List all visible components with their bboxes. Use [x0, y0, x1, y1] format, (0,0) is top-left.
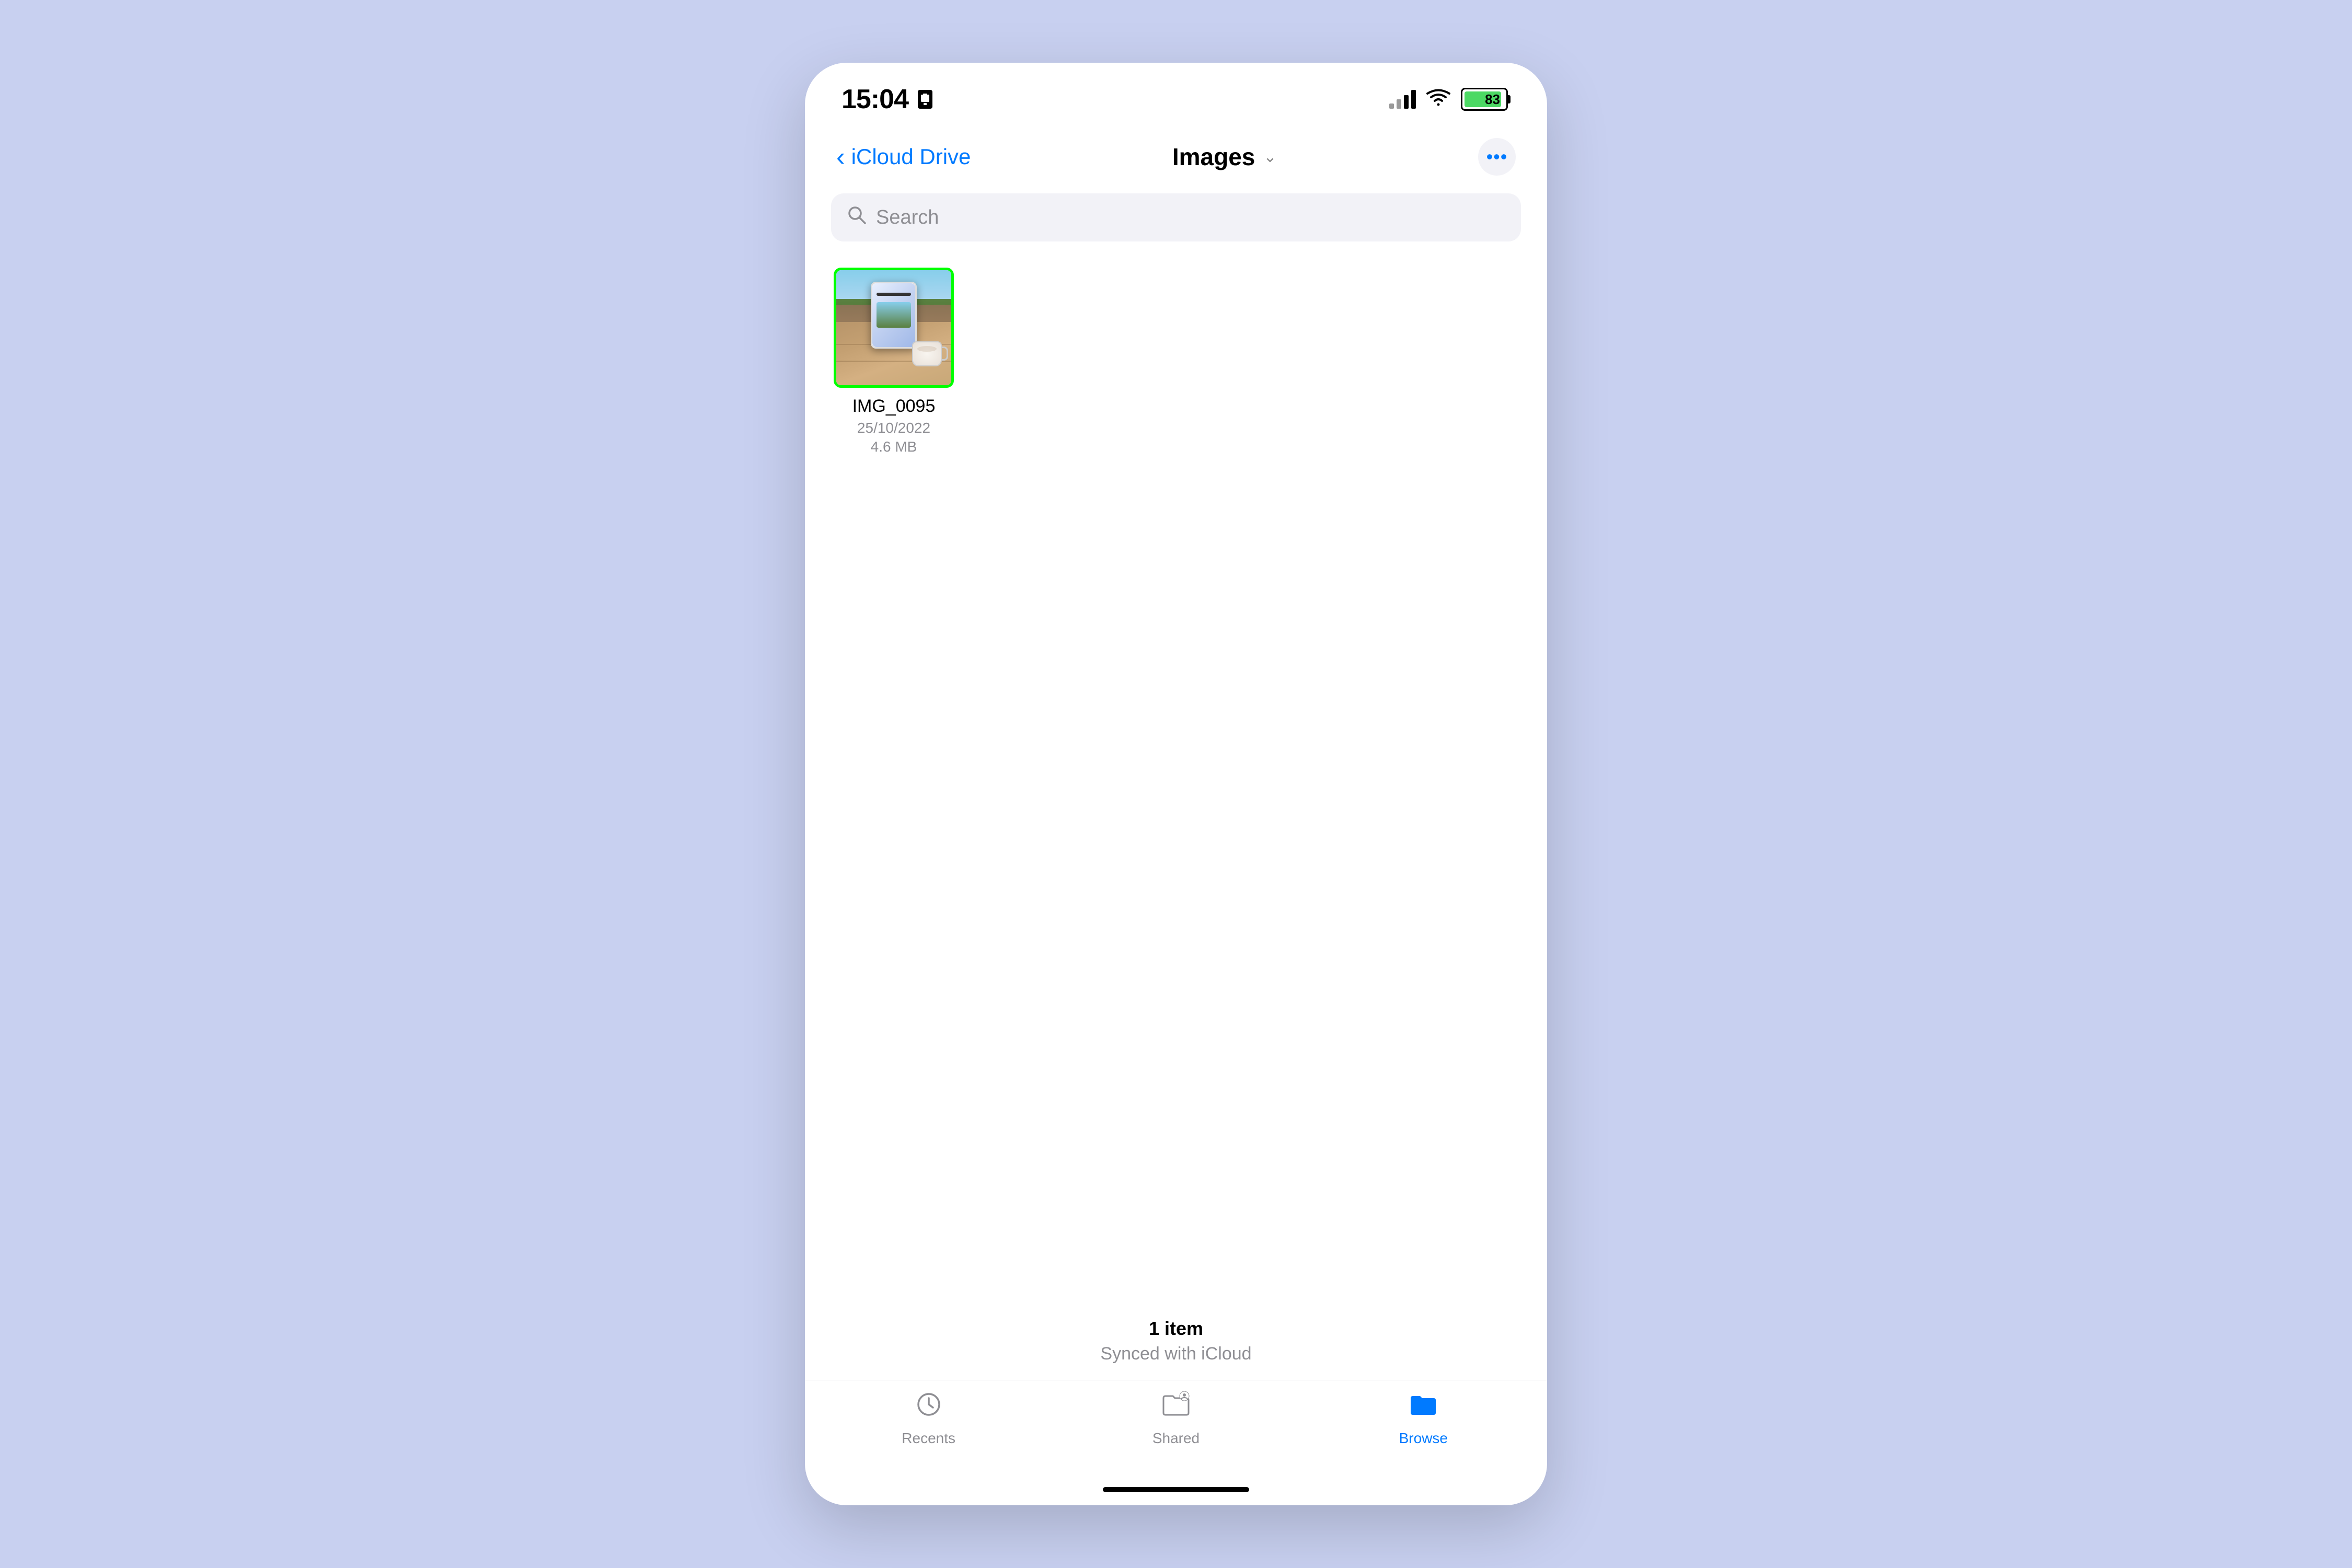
battery-level: 83 [1485, 91, 1500, 108]
tab-bar: Recents Shared [805, 1380, 1547, 1474]
browse-icon [1409, 1391, 1438, 1425]
home-indicator [805, 1474, 1547, 1505]
recents-icon [915, 1391, 942, 1425]
more-dots-icon: ••• [1486, 146, 1508, 168]
back-button[interactable]: ‹ iCloud Drive [836, 144, 971, 170]
tab-recents-label: Recents [902, 1430, 955, 1447]
alert-icon [918, 90, 932, 109]
wifi-icon [1426, 89, 1450, 110]
file-thumbnail-selected [834, 268, 954, 388]
signal-bars-icon [1389, 90, 1416, 109]
file-grid: IMG_0095 25/10/2022 4.6 MB [831, 268, 1521, 455]
tab-shared-label: Shared [1152, 1430, 1200, 1447]
nav-title-chevron-icon: ⌄ [1263, 148, 1276, 166]
footer-status: 1 item Synced with iCloud [805, 1302, 1547, 1380]
status-bar: 15:04 [805, 63, 1547, 125]
sync-status: Synced with iCloud [821, 1344, 1531, 1364]
nav-header: ‹ iCloud Drive Images ⌄ ••• [805, 125, 1547, 188]
list-item[interactable]: IMG_0095 25/10/2022 4.6 MB [831, 268, 956, 455]
back-label: iCloud Drive [851, 144, 971, 169]
file-thumbnail-img [836, 270, 951, 385]
item-count: 1 item [821, 1318, 1531, 1340]
search-icon [847, 205, 867, 230]
search-bar-container: Search [805, 188, 1547, 252]
tab-recents[interactable]: Recents [805, 1391, 1052, 1447]
shared-icon [1161, 1391, 1191, 1425]
file-date: 25/10/2022 [857, 420, 930, 436]
more-button[interactable]: ••• [1478, 138, 1516, 176]
file-name: IMG_0095 [852, 396, 936, 417]
tab-browse-label: Browse [1399, 1430, 1448, 1447]
status-icons: 83 [1389, 88, 1511, 111]
content-area: IMG_0095 25/10/2022 4.6 MB [805, 252, 1547, 1302]
tab-shared[interactable]: Shared [1052, 1391, 1299, 1447]
file-size: 4.6 MB [871, 439, 917, 455]
home-bar [1103, 1487, 1249, 1492]
status-time: 15:04 [841, 84, 908, 115]
back-chevron-icon: ‹ [836, 144, 845, 170]
nav-title: Images [1172, 143, 1255, 171]
phone-frame: 15:04 [805, 63, 1547, 1505]
search-bar[interactable]: Search [831, 193, 1521, 241]
tab-browse[interactable]: Browse [1300, 1391, 1547, 1447]
nav-title-container: Images ⌄ [1172, 143, 1277, 171]
search-placeholder: Search [876, 206, 939, 229]
battery-icon: 83 [1461, 88, 1511, 111]
